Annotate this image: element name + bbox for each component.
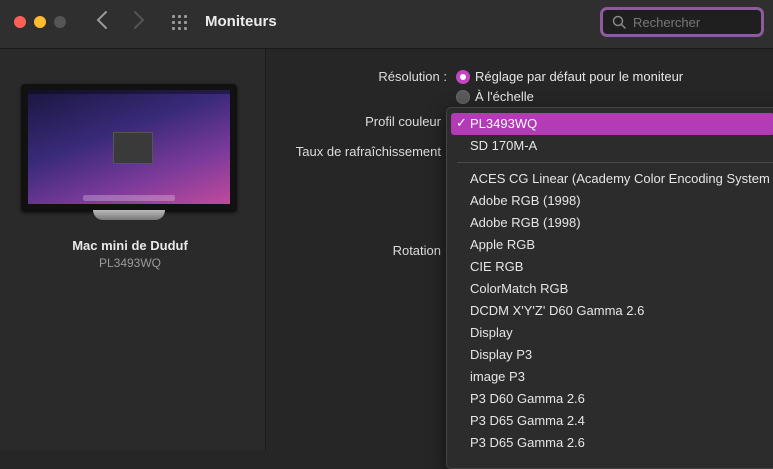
menu-item[interactable]: Apple RGB: [447, 234, 773, 256]
search-placeholder: Rechercher: [633, 15, 701, 30]
desktop-wallpaper-preview: [28, 90, 230, 204]
radio-selected[interactable]: [456, 70, 470, 84]
search-field[interactable]: Rechercher: [600, 7, 764, 37]
forward-chevron-icon[interactable]: [133, 10, 145, 36]
resolution-option-label: Réglage par défaut pour le moniteur: [475, 69, 684, 84]
menu-item[interactable]: DCDM X'Y'Z' D60 Gamma 2.6: [447, 300, 773, 322]
menu-item[interactable]: SD 170M-A: [447, 135, 773, 157]
window-toolbar: Moniteurs Rechercher: [0, 0, 773, 49]
refresh-rate-label: Taux de rafraîchissement: [295, 144, 441, 159]
monitor-thumbnail[interactable]: [21, 84, 237, 212]
display-model: PL3493WQ: [98, 256, 162, 270]
menu-item[interactable]: ACES CG Linear (Academy Color Encoding S…: [447, 168, 773, 190]
close-window-button[interactable]: [14, 16, 26, 28]
checkmark-icon: ✓: [456, 115, 467, 130]
back-chevron-icon[interactable]: [96, 10, 108, 36]
menu-item[interactable]: ColorMatch RGB: [447, 278, 773, 300]
search-icon: [612, 15, 626, 29]
menu-item[interactable]: CIE RGB: [447, 256, 773, 278]
minimize-window-button[interactable]: [34, 16, 46, 28]
menu-item[interactable]: Adobe RGB (1998): [447, 190, 773, 212]
menu-item[interactable]: P3 D65 Gamma 2.4: [447, 410, 773, 432]
zoom-window-button[interactable]: [54, 16, 66, 28]
computer-name: Mac mini de Duduf: [72, 238, 188, 253]
grid-icon[interactable]: [172, 15, 190, 31]
menu-item-pl3493wq[interactable]: ✓ PL3493WQ: [451, 113, 773, 135]
radio-unselected[interactable]: [456, 90, 470, 104]
display-sidebar: Mac mini de Duduf PL3493WQ: [0, 49, 266, 451]
resolution-option-label: À l'échelle: [475, 89, 534, 104]
menu-item[interactable]: Display P3: [447, 344, 773, 366]
menu-item[interactable]: Display: [447, 322, 773, 344]
menu-separator: [457, 162, 773, 163]
rotation-label: Rotation: [392, 243, 441, 258]
menu-item[interactable]: Adobe RGB (1998): [447, 212, 773, 234]
menu-item[interactable]: P3 D60 Gamma 2.6: [447, 388, 773, 410]
monitor-stand: [93, 210, 165, 220]
color-profile-label: Profil couleur: [365, 114, 441, 129]
menu-item[interactable]: image P3: [447, 366, 773, 388]
window-title: Moniteurs: [205, 13, 277, 30]
color-profile-menu[interactable]: ✓ PL3493WQ SD 170M-A ACES CG Linear (Aca…: [446, 107, 773, 469]
resolution-label: Résolution :: [378, 69, 447, 84]
